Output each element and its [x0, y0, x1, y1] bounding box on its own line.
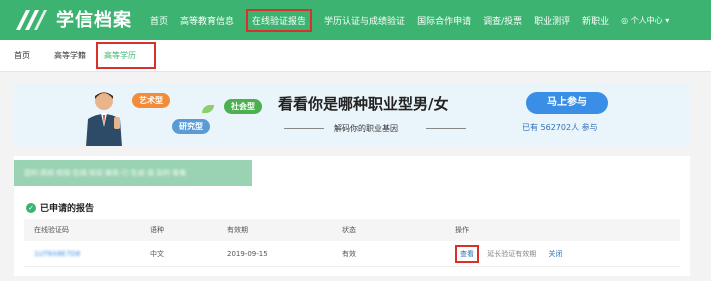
- reports-table: 在线验证码 语种 有效期 状态 操作 1UT6X8E7D8 中文 2019-09…: [24, 219, 680, 267]
- person-illustration-icon: [86, 92, 122, 146]
- col-header-status: 状态: [342, 226, 356, 234]
- career-test-banner[interactable]: 艺术型 社会型 研究型 看看你是哪种职业型男/女 解码你的职业基因 马上参与 已…: [14, 83, 690, 146]
- cell-status: 有效: [342, 249, 356, 258]
- section-title: ✓ 已申请的报告: [26, 201, 94, 214]
- divider: [284, 128, 324, 129]
- banner-subtitle: 解码你的职业基因: [334, 124, 398, 133]
- nav-item-career-test[interactable]: 职业测评: [534, 14, 570, 27]
- close-report-link[interactable]: 关闭: [548, 250, 562, 258]
- leaf-icon: [202, 105, 214, 113]
- subnav-item-degree[interactable]: 高等学历: [96, 42, 156, 69]
- user-center-menu[interactable]: ◎ 个人中心 ▾: [621, 15, 669, 26]
- subnav-item-home[interactable]: 首页: [14, 50, 30, 61]
- join-now-button[interactable]: 马上参与: [526, 92, 608, 114]
- divider: [426, 128, 466, 129]
- logo-mark-icon: [16, 10, 47, 30]
- col-header-action: 操作: [455, 226, 469, 234]
- col-header-expiry: 有效期: [227, 226, 248, 234]
- nav-item-degree-verification[interactable]: 学历认证与成绩验证: [324, 14, 405, 27]
- view-report-button[interactable]: 查看: [455, 244, 479, 263]
- brand-name: 学信档案: [56, 10, 132, 31]
- main-nav: 首页 高等教育信息 在线验证报告 学历认证与成绩验证 国际合作申请 调查/投票 …: [150, 0, 669, 40]
- participant-count: 已有 562702人 参与: [522, 123, 598, 132]
- cell-actions: 查看 延长验证有效期 关闭: [455, 244, 562, 263]
- subnav-item-enrollment[interactable]: 高等学籍: [54, 50, 86, 61]
- notice-text: 您的·高校·校验·在线·验证·报告·已·生成·请·及时·查看: [24, 169, 187, 177]
- user-icon: ◎: [621, 15, 629, 25]
- table-row: 1UT6X8E7D8 中文 2019-09-15 有效 查看 延长验证有效期 关…: [24, 241, 680, 267]
- tag-artistic: 艺术型: [132, 93, 170, 108]
- tag-investigative: 研究型: [172, 119, 210, 134]
- nav-item-online-report[interactable]: 在线验证报告: [246, 8, 313, 32]
- col-header-language: 语种: [150, 226, 164, 234]
- user-center-label: 个人中心: [630, 15, 663, 25]
- banner-title: 看看你是哪种职业型男/女: [278, 95, 449, 113]
- check-circle-icon: ✓: [26, 202, 36, 213]
- nav-item-survey[interactable]: 调查/投票: [483, 14, 522, 27]
- nav-item-international[interactable]: 国际合作申请: [417, 14, 471, 27]
- nav-item-higher-education[interactable]: 高等教育信息: [180, 14, 234, 27]
- cell-expiry: 2019-09-15: [227, 249, 268, 258]
- reports-title: 已申请的报告: [40, 204, 95, 214]
- reports-panel: 您的·高校·校验·在线·验证·报告·已·生成·请·及时·查看 ✓ 已申请的报告 …: [14, 156, 690, 276]
- cell-language: 中文: [150, 249, 164, 258]
- top-navigation-bar: 学信档案 首页 高等教育信息 在线验证报告 学历认证与成绩验证 国际合作申请 调…: [0, 0, 711, 40]
- chevron-down-icon: ▾: [665, 15, 670, 25]
- nav-item-new-career[interactable]: 新职业: [582, 14, 609, 27]
- table-header: 在线验证码 语种 有效期 状态 操作: [24, 219, 680, 241]
- nav-item-home[interactable]: 首页: [150, 14, 168, 27]
- verification-code[interactable]: 1UT6X8E7D8: [34, 250, 80, 258]
- tag-social: 社会型: [224, 99, 262, 114]
- col-header-code: 在线验证码: [34, 226, 69, 234]
- site-logo[interactable]: 学信档案: [14, 6, 132, 32]
- notice-bar: 您的·高校·校验·在线·验证·报告·已·生成·请·及时·查看: [14, 160, 252, 186]
- sub-navigation: 首页 高等学籍 高等学历: [0, 40, 711, 72]
- extend-validity-link[interactable]: 延长验证有效期: [487, 250, 536, 258]
